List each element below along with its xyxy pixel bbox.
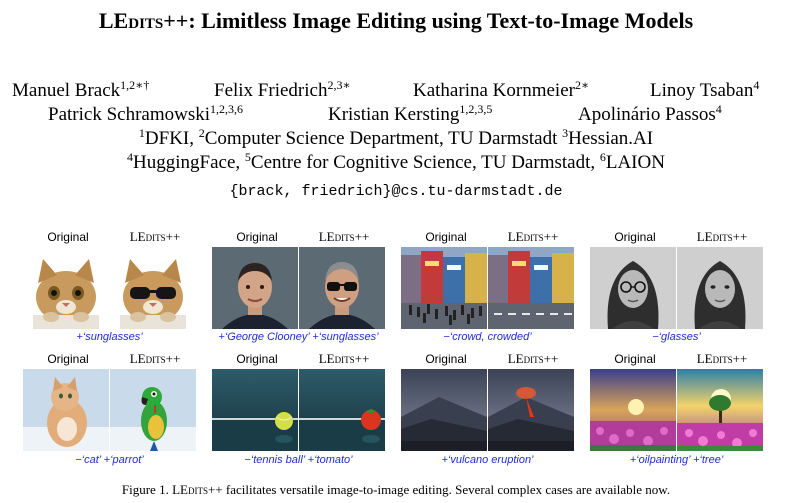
example-8-edited-image [677, 369, 763, 451]
paper-title: LEdits++: Limitless Image Editing using … [98, 8, 694, 33]
example-3-original-image [401, 247, 487, 329]
example-1-edited-image [110, 247, 196, 329]
example-6-original-image [212, 369, 298, 451]
affiliation-line-2: 4HuggingFace, 5Centre for Cognitive Scie… [127, 150, 665, 173]
author-6: Kristian Kersting1,2,3,5 [328, 102, 493, 125]
author-1: Manuel Brack1,2∗† [12, 78, 150, 101]
example-3-caption: −‘crowd, crowded’ [443, 331, 532, 343]
label-ledits: LEdits++ [129, 351, 181, 366]
label-original: Original [614, 352, 656, 366]
label-ledits: LEdits++ [507, 229, 559, 244]
example-5-edited-image [110, 369, 196, 451]
example-1-caption: +‘sunglasses’ [76, 331, 143, 343]
author-5: Patrick Schramowski1,2,3,6 [48, 102, 244, 125]
author-3: Katharina Kornmeier2∗ [413, 78, 590, 101]
label-original: Original [425, 352, 467, 366]
contact-email: {brack, friedrich}@cs.tu-darmstadt.de [229, 183, 563, 200]
example-7-original-image [401, 369, 487, 451]
label-original: Original [425, 230, 467, 244]
example-5-caption: −‘cat’ +‘parrot’ [75, 454, 144, 466]
example-2-caption: +‘George Clooney’ +‘sunglasses’ [218, 331, 379, 343]
label-original: Original [614, 230, 656, 244]
example-7-edited-image [488, 369, 574, 451]
label-ledits: LEdits++ [318, 351, 370, 366]
example-4-edited-image [677, 247, 763, 329]
example-8-original-image [590, 369, 676, 451]
example-5-original-image [23, 369, 109, 451]
label-ledits: LEdits++ [318, 229, 370, 244]
figure-caption: Figure 1. LEdits++ facilitates versatile… [121, 482, 671, 497]
example-4-caption: −‘glasses’ [652, 331, 701, 343]
label-original: Original [47, 230, 89, 244]
label-original: Original [236, 230, 278, 244]
label-original: Original [47, 352, 89, 366]
example-3-edited-image [488, 247, 574, 329]
example-6-caption: −‘tennis ball’ +‘tomato’ [244, 454, 353, 466]
affiliation-line-1: 1DFKI, 2Computer Science Department, TU … [138, 126, 654, 149]
label-ledits: LEdits++ [507, 351, 559, 366]
example-6-edited-image [299, 369, 385, 451]
author-2: Felix Friedrich2,3∗ [214, 78, 351, 101]
label-ledits: LEdits++ [129, 229, 181, 244]
label-ledits: LEdits++ [696, 229, 748, 244]
label-original: Original [236, 352, 278, 366]
example-4-original-image [590, 247, 676, 329]
example-2-original-image [212, 247, 298, 329]
example-1-original-image [23, 247, 109, 329]
author-4: Linoy Tsaban4 [650, 78, 760, 101]
author-7: Apolinário Passos4 [578, 102, 722, 125]
example-8-caption: +‘oilpainting’ +‘tree’ [629, 454, 724, 466]
example-7-caption: +‘vulcano eruption’ [441, 454, 534, 466]
label-ledits: LEdits++ [696, 351, 748, 366]
example-2-edited-image [299, 247, 385, 329]
